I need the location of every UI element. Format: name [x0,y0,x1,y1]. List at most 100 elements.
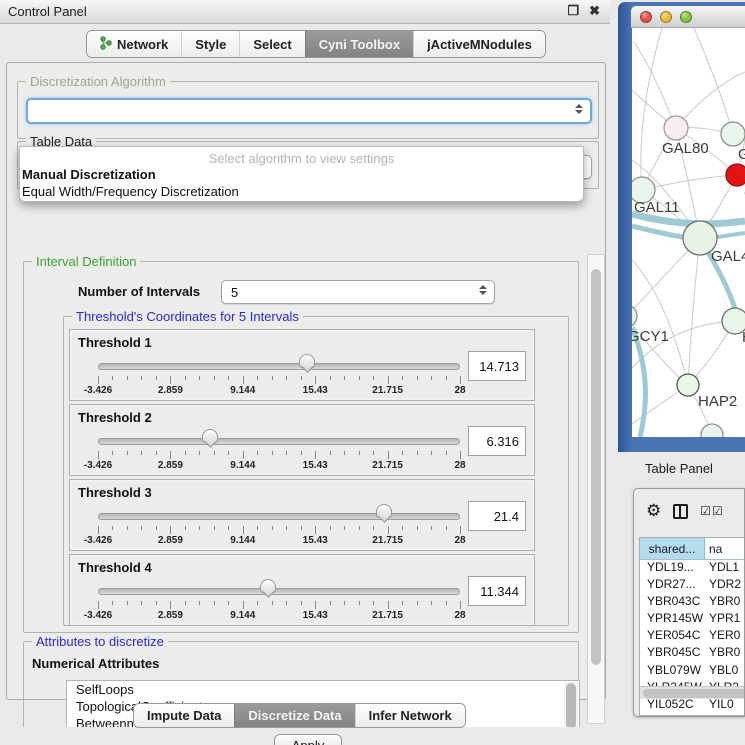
gear-icon[interactable]: ⚙ [646,501,661,521]
network-edge[interactable] [676,72,745,128]
tab-infer-network[interactable]: Infer Network [355,704,465,727]
tab-select[interactable]: Select [239,31,304,57]
table-panel-window: ⚙ ☑☑ shared... na YDL19...YDL1YDR27...YD… [633,488,745,717]
table-row[interactable]: YDR27...YDR2 [640,577,744,594]
network-node[interactable] [726,164,745,186]
tab-style[interactable]: Style [181,31,239,57]
attributes-scrollbar[interactable] [564,682,578,727]
slider-track[interactable] [98,513,460,520]
slider-tick-labels: -3.4262.8599.14415.4321.71528 [98,610,460,622]
algorithm-dropdown-popup: Select algorithm to view settings Manual… [19,146,584,202]
table-cell: YBR043C [640,594,705,611]
table-cell: YDR2 [705,577,744,594]
network-node[interactable] [701,424,723,437]
table-row[interactable]: YIL052CYIL0 [640,697,744,714]
close-traffic-light-icon[interactable] [640,11,652,23]
table-row[interactable]: YDL19...YDL1 [640,560,744,577]
minimize-traffic-light-icon[interactable] [660,11,672,23]
network-edge[interactable] [632,260,688,385]
slider-track[interactable] [98,588,460,595]
threshold-value-field[interactable]: 14.713 [468,351,526,381]
slider-track[interactable] [98,438,460,445]
network-node[interactable] [677,374,699,396]
tab-discretize-data[interactable]: Discretize Data [234,704,354,727]
num-intervals-combobox[interactable]: 5 [221,280,495,304]
table-cell: YER0 [705,628,744,645]
threshold-panel: Threshold 4 -3.4262.8599.14415.4321.71528… [69,554,535,626]
table-cell: YBR045C [640,645,705,662]
network-node[interactable] [721,122,745,146]
threshold-label: Threshold 4 [78,560,152,575]
tab-label: Discretize Data [248,708,341,723]
table-panel-title: Table Panel [645,461,713,476]
slider-handle[interactable] [202,429,218,443]
table-panel-toolbar: ⚙ ☑☑ [634,489,744,533]
cyni-toolbox-panel: Discretization Algorithm Select algorith… [6,62,606,700]
network-node-label: GAL11 [634,199,680,216]
threshold-value-field[interactable]: 6.316 [468,426,526,456]
slider-handle[interactable] [260,579,276,593]
panel-title: Control Panel [0,4,87,19]
stepper-icon [575,104,583,114]
network-canvas[interactable]: GAL80GACGAL11GAL4GCY1HHAP2 [632,28,745,437]
float-window-icon[interactable]: ❐ [567,3,579,19]
table-header-row: shared... na [640,538,744,560]
network-node[interactable] [632,305,637,327]
slider-ticks [98,526,460,534]
zoom-traffic-light-icon[interactable] [680,11,692,23]
tab-jactivemnodules[interactable]: jActiveMNodules [413,31,545,57]
tab-label: Impute Data [147,708,221,723]
settings-vertical-scrollbar[interactable] [587,254,605,724]
threshold-value-field[interactable]: 11.344 [468,576,526,606]
apply-button[interactable]: Apply [274,734,342,745]
table-cell: YBR0 [705,594,744,611]
column-header[interactable]: shared... [640,538,705,559]
tab-label: Style [195,37,226,52]
table-row[interactable]: YPR145WYPR1 [640,611,744,628]
threshold-panel: Threshold 1 -3.4262.8599.14415.4321.71528… [69,329,535,401]
control-panel-titlebar: Control Panel ❐ ✖ [0,0,610,24]
tab-network[interactable]: Network [87,31,181,57]
network-edge[interactable] [641,28,662,190]
threshold-value-field[interactable]: 21.4 [468,501,526,531]
table-row[interactable]: YER054CYER0 [640,628,744,645]
tab-label: jActiveMNodules [427,37,532,52]
close-icon[interactable]: ✖ [589,3,600,19]
tab-cyni-toolbox[interactable]: Cyni Toolbox [305,31,413,57]
group-title: Threshold's Coordinates for 5 Intervals [72,309,303,324]
screen: Control Panel ❐ ✖ Network Style SelectCyni… [0,0,745,745]
table-row[interactable]: YBL079WYBL0 [640,663,744,680]
slider-tick-labels: -3.4262.8599.14415.4321.71528 [98,460,460,472]
group-title: Discretization Algorithm [26,74,170,89]
network-node[interactable] [664,116,688,140]
table-cell: YBR0 [705,645,744,662]
tab-impute-data[interactable]: Impute Data [134,704,234,727]
network-node-label: GAL80 [662,140,709,157]
slider-handle[interactable] [376,504,392,518]
threshold-label: Threshold 1 [78,335,152,350]
num-intervals-value: 5 [231,285,238,300]
network-window-titlebar[interactable] [631,6,745,28]
slider-handle[interactable] [299,354,315,368]
algorithm-combobox[interactable] [26,98,592,124]
column-header[interactable]: na [705,538,744,559]
attribute-item[interactable]: SelfLoops [67,681,579,698]
slider-track[interactable] [98,363,460,370]
table-row[interactable]: YBR045CYBR0 [640,645,744,662]
slider-ticks [98,601,460,609]
table-row[interactable]: YBR043CYBR0 [640,594,744,611]
dropdown-hint: Select algorithm to view settings [20,147,583,166]
dropdown-option[interactable]: Manual Discretization [20,166,583,183]
settings-scroll-area: Interval Definition Number of Intervals … [17,253,607,727]
network-node-label: GCY1 [632,328,669,345]
slider-tick-labels: -3.4262.8599.14415.4321.71528 [98,385,460,397]
table-cell: YBL079W [640,663,705,680]
table-horizontal-scrollbar[interactable] [640,686,744,699]
select-columns-checkboxes-icon[interactable]: ☑☑ [700,504,724,518]
network-edge[interactable] [688,238,700,385]
threshold-panel: Threshold 3-3.4262.8599.14415.4321.71528… [69,479,535,551]
columns-icon[interactable] [673,504,688,519]
table-cell: YDR27... [640,577,705,594]
network-node-label: HAP2 [698,393,737,410]
dropdown-option[interactable]: Equal Width/Frequency Discretization [20,183,583,200]
